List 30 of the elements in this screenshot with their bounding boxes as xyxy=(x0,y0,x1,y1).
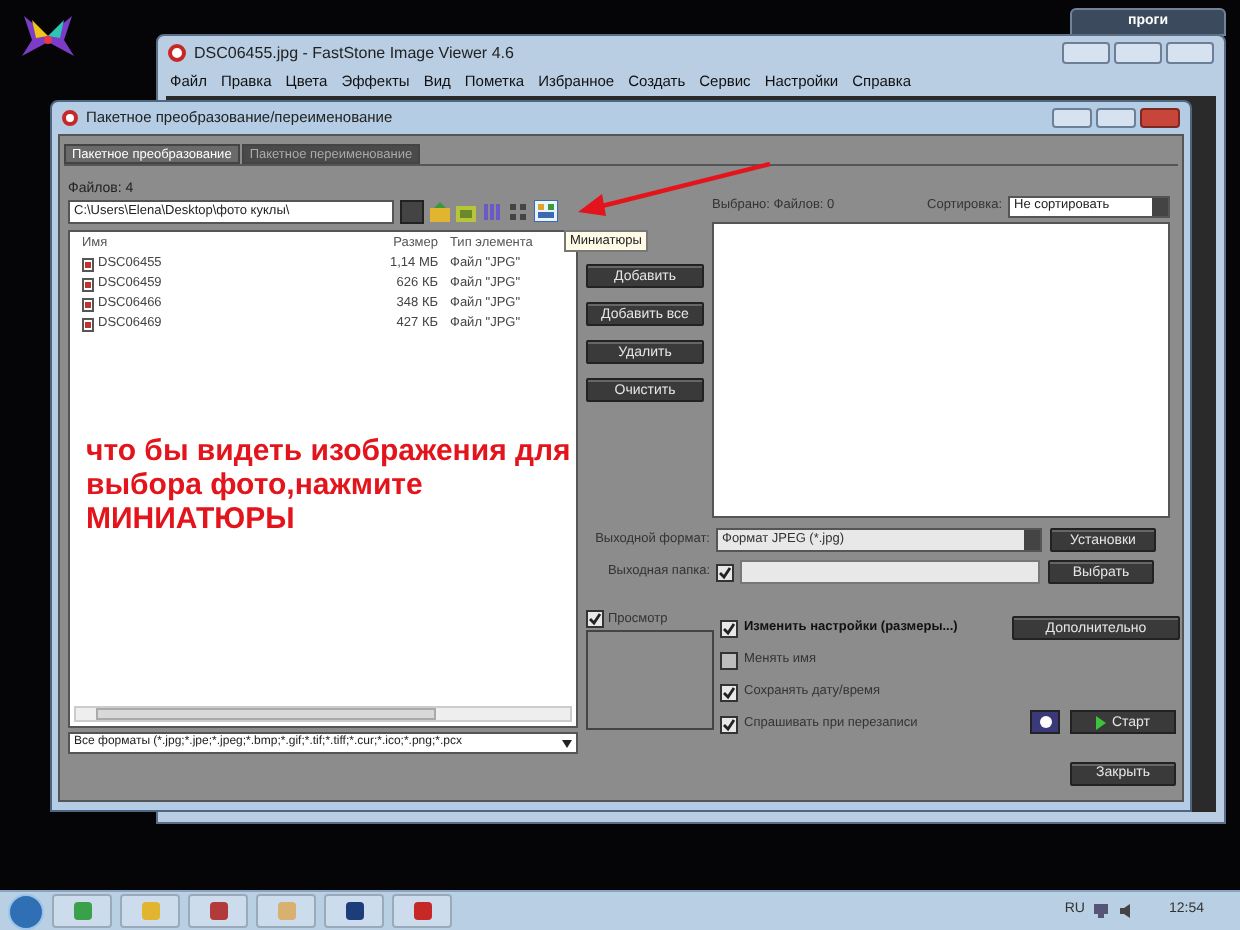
app-icon xyxy=(62,110,78,126)
butterfly-icon[interactable] xyxy=(20,12,76,60)
scrollbar-thumb[interactable] xyxy=(96,708,436,720)
maximize-button[interactable] xyxy=(1096,108,1136,128)
window-title: DSC06455.jpg - FastStone Image Viewer 4.6 xyxy=(194,41,514,65)
play-icon xyxy=(1095,715,1106,729)
caret-icon xyxy=(562,739,572,747)
horizontal-scrollbar[interactable] xyxy=(74,706,572,722)
browse-button[interactable] xyxy=(400,199,424,223)
network-icon[interactable] xyxy=(1092,902,1111,920)
folder-up-icon[interactable] xyxy=(430,201,450,221)
checkbox[interactable] xyxy=(720,715,738,733)
close-button[interactable] xyxy=(1140,108,1180,128)
minimize-button[interactable] xyxy=(1052,108,1092,128)
thumbnails-icon[interactable] xyxy=(534,200,558,222)
list-icon[interactable] xyxy=(508,201,528,221)
batch-icon[interactable] xyxy=(1030,710,1060,734)
app-icon xyxy=(168,44,186,62)
close-button[interactable] xyxy=(1166,42,1214,64)
maximize-button[interactable] xyxy=(1114,42,1162,64)
checkbox[interactable] xyxy=(586,610,604,628)
minimize-button[interactable] xyxy=(1062,42,1110,64)
checkbox[interactable] xyxy=(716,563,734,581)
checkbox[interactable] xyxy=(720,683,738,701)
checkbox[interactable] xyxy=(720,619,738,637)
annotation-text: что бы видеть изображения для выбора фото,нажмите МИНИАТЮРЫ xyxy=(86,434,573,536)
start-orb-icon[interactable] xyxy=(8,893,44,929)
preview-box xyxy=(586,630,714,730)
checkbox[interactable] xyxy=(720,651,738,669)
folder-field[interactable] xyxy=(740,560,1040,584)
